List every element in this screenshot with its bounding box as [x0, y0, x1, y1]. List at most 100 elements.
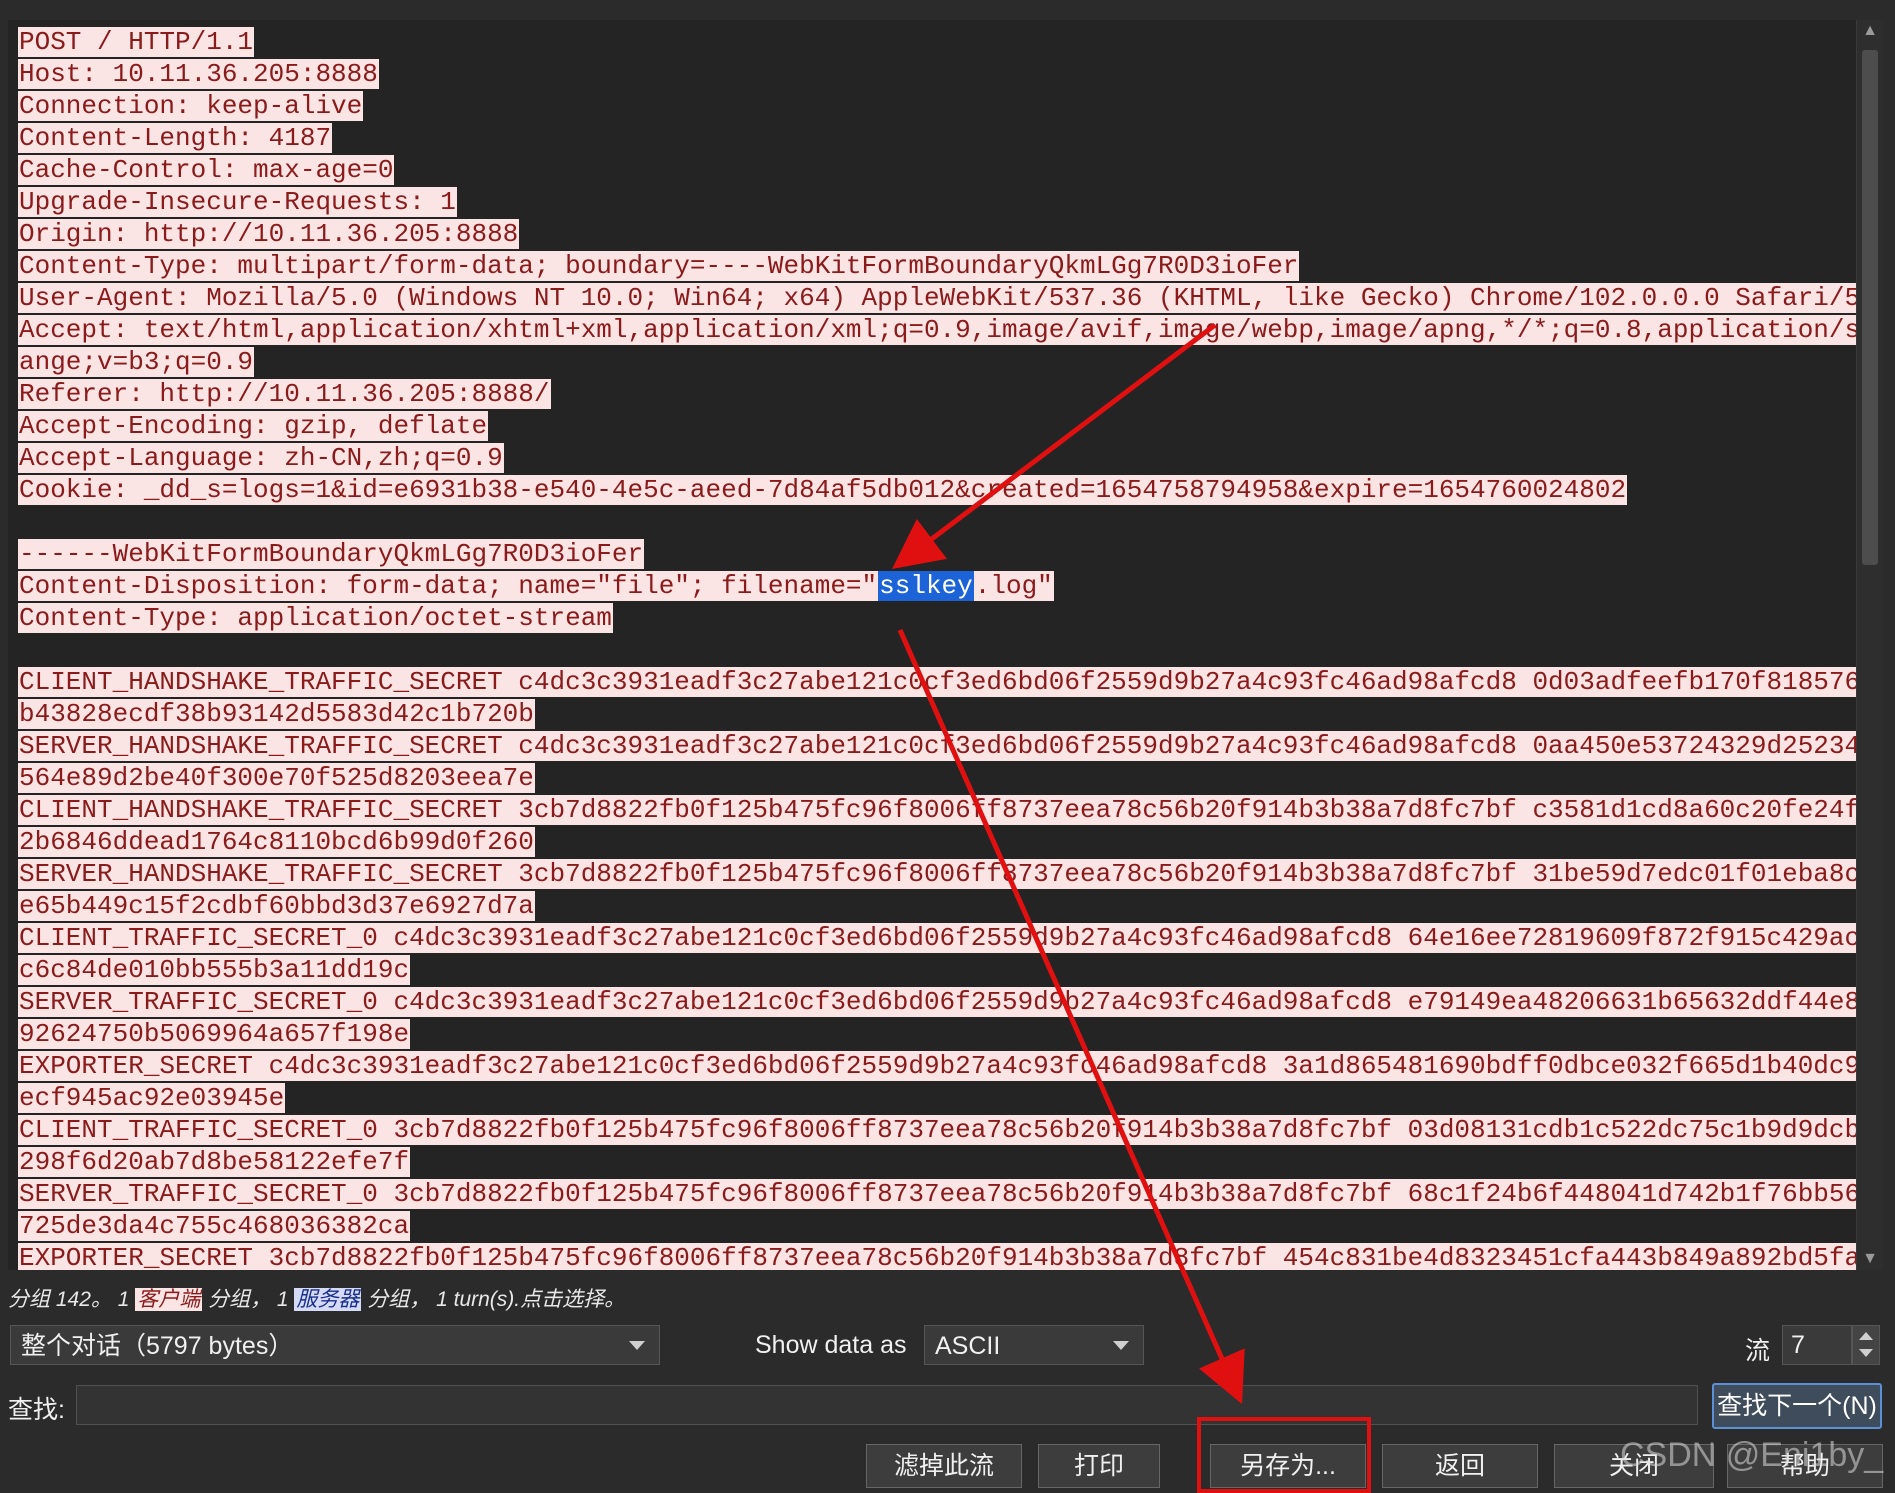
scroll-up-icon[interactable]: ▲	[1857, 20, 1883, 42]
client-text: 298f6d20ab7d8be58122efe7f	[18, 1147, 411, 1177]
stream-line: Cache-Control: max-age=0	[18, 154, 1854, 186]
stream-line: EXPORTER_SECRET 3cb7d8822fb0f125b475fc96…	[18, 1242, 1858, 1270]
stream-line: Host: 10.11.36.205:8888	[18, 58, 1854, 90]
filter-out-stream-button[interactable]: 滤掉此流	[866, 1444, 1022, 1488]
find-input[interactable]	[76, 1385, 1698, 1425]
client-text: 564e89d2be40f300e70f525d8203eea7e	[18, 763, 535, 793]
stream-line: 298f6d20ab7d8be58122efe7f	[18, 1146, 1854, 1178]
stream-content-pane[interactable]: POST / HTTP/1.1 Host: 10.11.36.205:8888 Co…	[8, 20, 1858, 1270]
stream-line: CLIENT_TRAFFIC_SECRET_0 3cb7d8822fb0f125…	[18, 1114, 1858, 1146]
vertical-scrollbar[interactable]: ▲ ▼	[1856, 20, 1883, 1270]
client-text: Cookie: _dd_s=logs=1&id=e6931b38-e540-4e…	[18, 475, 1628, 505]
selected-text: sslkey	[878, 571, 974, 601]
stream-line: Content-Disposition: form-data; name="fi…	[18, 570, 1854, 602]
client-text: Referer: http://10.11.36.205:8888/	[18, 379, 551, 409]
client-text: EXPORTER_SECRET c4dc3c3931eadf3c27abe121…	[18, 1051, 1858, 1081]
stepper-down-icon[interactable]	[1859, 1349, 1873, 1357]
show-data-as-label: Show data as	[755, 1331, 907, 1359]
server-tag[interactable]: 服务器	[294, 1288, 362, 1311]
stream-line: c6c84de010bb555b3a11dd19c	[18, 954, 1854, 986]
stepper-up-icon[interactable]	[1859, 1332, 1873, 1340]
client-text: CLIENT_HANDSHAKE_TRAFFIC_SECRET c4dc3c39…	[18, 667, 1858, 697]
stream-line: Upgrade-Insecure-Requests: 1	[18, 186, 1854, 218]
client-text: User-Agent: Mozilla/5.0 (Windows NT 10.0…	[18, 283, 1858, 313]
stream-line: Content-Type: multipart/form-data; bound…	[18, 250, 1854, 282]
client-text: ------WebKitFormBoundaryQkmLGg7R0D3ioFer	[18, 539, 645, 569]
stream-line: 564e89d2be40f300e70f525d8203eea7e	[18, 762, 1854, 794]
client-text: .log"	[973, 571, 1054, 601]
client-text: Content-Disposition: form-data; name="fi…	[18, 571, 879, 601]
stream-line: Accept: text/html,application/xhtml+xml,…	[18, 314, 1858, 346]
stream-line: User-Agent: Mozilla/5.0 (Windows NT 10.0…	[18, 282, 1858, 314]
client-text: Cache-Control: max-age=0	[18, 155, 395, 185]
find-label: 查找:	[8, 1396, 65, 1424]
scrollbar-thumb[interactable]	[1862, 50, 1878, 565]
client-text: EXPORTER_SECRET 3cb7d8822fb0f125b475fc96…	[18, 1243, 1858, 1270]
stream-line: SERVER_HANDSHAKE_TRAFFIC_SECRET c4dc3c39…	[18, 730, 1858, 762]
stream-line: Origin: http://10.11.36.205:8888	[18, 218, 1854, 250]
stream-line: Accept-Language: zh-CN,zh;q=0.9	[18, 442, 1854, 474]
stream-number-input[interactable]: 7	[1782, 1325, 1852, 1365]
stream-line: Cookie: _dd_s=logs=1&id=e6931b38-e540-4e…	[18, 474, 1854, 506]
client-text: Host: 10.11.36.205:8888	[18, 59, 379, 89]
conversation-select-value: 整个对话（5797 bytes）	[21, 1332, 294, 1360]
stream-text[interactable]: POST / HTTP/1.1 Host: 10.11.36.205:8888 Co…	[18, 26, 1858, 1270]
stream-line: ecf945ac92e03945e	[18, 1082, 1854, 1114]
stream-line: 725de3da4c755c468036382ca	[18, 1210, 1854, 1242]
stream-line: Accept-Encoding: gzip, deflate	[18, 410, 1854, 442]
scroll-down-icon[interactable]: ▼	[1857, 1248, 1883, 1270]
stream-label: 流	[1745, 1337, 1771, 1365]
client-text: Content-Type: application/octet-stream	[18, 603, 613, 633]
conversation-select[interactable]: 整个对话（5797 bytes）	[10, 1325, 660, 1365]
watermark-text: CSDN @Eni1by_	[1620, 1436, 1884, 1474]
client-text: SERVER_HANDSHAKE_TRAFFIC_SECRET c4dc3c39…	[18, 731, 1858, 761]
client-text: Connection: keep-alive	[18, 91, 364, 121]
find-next-button[interactable]: 查找下一个(N)	[1712, 1383, 1882, 1429]
client-text: b43828ecdf38b93142d5583d42c1b720b	[18, 699, 535, 729]
stream-line: Connection: keep-alive	[18, 90, 1854, 122]
stream-line: POST / HTTP/1.1	[18, 26, 1854, 58]
print-button[interactable]: 打印	[1038, 1444, 1160, 1488]
status-mid: 分组， 1	[202, 1288, 295, 1311]
client-text: Accept: text/html,application/xhtml+xml,…	[18, 315, 1858, 345]
stream-line: ------WebKitFormBoundaryQkmLGg7R0D3ioFer	[18, 538, 1854, 570]
stream-line: CLIENT_HANDSHAKE_TRAFFIC_SECRET c4dc3c39…	[18, 666, 1858, 698]
stream-line: 92624750b5069964a657f198e	[18, 1018, 1854, 1050]
stream-number-value: 7	[1791, 1331, 1805, 1359]
chevron-down-icon	[1113, 1341, 1129, 1350]
client-text: CLIENT_TRAFFIC_SECRET_0 c4dc3c3931eadf3c…	[18, 923, 1858, 953]
stream-number-stepper[interactable]	[1852, 1325, 1880, 1365]
show-data-as-value: ASCII	[935, 1332, 1001, 1360]
stream-line: e65b449c15f2cdbf60bbd3d37e6927d7a	[18, 890, 1854, 922]
status-line: 分组 142。 1 客户端 分组， 1 服务器 分组， 1 turn(s).点击…	[8, 1283, 625, 1313]
show-data-as-select[interactable]: ASCII	[924, 1325, 1144, 1365]
save-as-highlight-box	[1197, 1417, 1371, 1493]
stream-line: 2b6846ddead1764c8110bcd6b99d0f260	[18, 826, 1854, 858]
client-text: Accept-Encoding: gzip, deflate	[18, 411, 489, 441]
client-text: Origin: http://10.11.36.205:8888	[18, 219, 520, 249]
stream-line: CLIENT_TRAFFIC_SECRET_0 c4dc3c3931eadf3c…	[18, 922, 1858, 954]
client-text: CLIENT_TRAFFIC_SECRET_0 3cb7d8822fb0f125…	[18, 1115, 1858, 1145]
client-text: Upgrade-Insecure-Requests: 1	[18, 187, 457, 217]
stream-line: ange;v=b3;q=0.9	[18, 346, 1854, 378]
stream-line: SERVER_TRAFFIC_SECRET_0 c4dc3c3931eadf3c…	[18, 986, 1858, 1018]
client-text: SERVER_TRAFFIC_SECRET_0 c4dc3c3931eadf3c…	[18, 987, 1858, 1017]
client-text: c6c84de010bb555b3a11dd19c	[18, 955, 411, 985]
client-tag[interactable]: 客户端	[135, 1288, 203, 1311]
stream-line: SERVER_HANDSHAKE_TRAFFIC_SECRET 3cb7d882…	[18, 858, 1858, 890]
client-text: ange;v=b3;q=0.9	[18, 347, 255, 377]
client-text: 725de3da4c755c468036382ca	[18, 1211, 411, 1241]
stream-line: Content-Type: application/octet-stream	[18, 602, 1854, 634]
status-suffix: 分组， 1 turn(s).点击选择。	[361, 1288, 626, 1311]
back-button[interactable]: 返回	[1382, 1444, 1538, 1488]
stream-line: b43828ecdf38b93142d5583d42c1b720b	[18, 698, 1854, 730]
status-prefix: 分组 142。 1	[8, 1288, 136, 1311]
client-text: SERVER_HANDSHAKE_TRAFFIC_SECRET 3cb7d882…	[18, 859, 1858, 889]
client-text: Content-Length: 4187	[18, 123, 333, 153]
client-text: ecf945ac92e03945e	[18, 1083, 286, 1113]
client-text: SERVER_TRAFFIC_SECRET_0 3cb7d8822fb0f125…	[18, 1179, 1858, 1209]
client-text: Content-Type: multipart/form-data; bound…	[18, 251, 1300, 281]
stream-line: Content-Length: 4187	[18, 122, 1854, 154]
client-text: POST / HTTP/1.1	[18, 27, 255, 57]
stream-line: EXPORTER_SECRET c4dc3c3931eadf3c27abe121…	[18, 1050, 1858, 1082]
